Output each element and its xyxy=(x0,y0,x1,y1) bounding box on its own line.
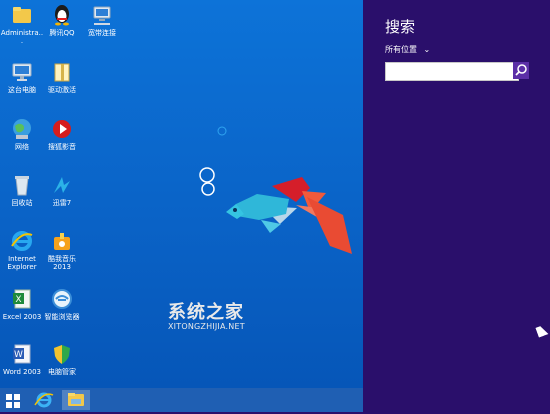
desktop-icon-label: 这台电脑 xyxy=(8,86,36,94)
desktop-icon-sohu-video[interactable]: 搜狐影音 xyxy=(40,117,84,151)
network-globe-icon xyxy=(10,117,34,141)
excel-icon: X xyxy=(10,287,34,311)
internet-explorer-icon xyxy=(10,229,34,253)
this-pc-icon xyxy=(10,60,34,84)
desktop-icon-label: 搜狐影音 xyxy=(48,143,76,151)
desktop-icon-driver-activate[interactable]: 驱动激活 xyxy=(40,60,84,94)
chevron-down-icon: ⌄ xyxy=(423,45,431,54)
folder-icon xyxy=(10,3,34,27)
desktop-icon-recycle-bin[interactable]: 回收站 xyxy=(0,173,44,207)
desktop-icon-label: 驱动激活 xyxy=(48,86,76,94)
desktop-icon-tencent-qq[interactable]: 腾讯QQ xyxy=(40,3,84,37)
desktop-icon-label: 腾讯QQ xyxy=(49,29,75,37)
desktop-icon-excel-2003[interactable]: X Excel 2003 xyxy=(0,287,44,321)
pc-manager-shield-icon xyxy=(50,342,74,366)
taskbar xyxy=(0,388,363,412)
desktop-icon-this-pc[interactable]: 这台电脑 xyxy=(0,60,44,94)
desktop-icon-label: 网络 xyxy=(15,143,29,151)
desktop-icon-pc-manager[interactable]: 电脑管家 xyxy=(40,342,84,376)
svg-text:X: X xyxy=(15,295,21,305)
watermark: 系统之家 XITONGZHIJIA.NET xyxy=(168,298,245,331)
desktop-icon-label: Administra... xyxy=(0,29,44,45)
desktop-icon-broadband[interactable]: 宽带连接 xyxy=(80,3,124,37)
search-charm-title: 搜索 xyxy=(385,18,416,36)
desktop-icon-label: Excel 2003 xyxy=(2,313,42,321)
desktop-icon-label: 智能浏览器 xyxy=(44,313,80,321)
watermark-url: XITONGZHIJIA.NET xyxy=(168,322,245,331)
desktop-icon-network[interactable]: 网络 xyxy=(0,117,44,151)
desktop-icon-word-2003[interactable]: W Word 2003 xyxy=(0,342,44,376)
desktop-icon-label: 酷我音乐 2013 xyxy=(48,255,76,271)
search-scope-label: 所有位置 xyxy=(385,45,417,54)
search-charm-panel: 搜索 所有位置 ⌄ xyxy=(363,0,550,388)
search-input[interactable] xyxy=(385,62,519,81)
svg-text:W: W xyxy=(14,350,23,360)
desktop-icon-administrator[interactable]: Administra... xyxy=(0,3,44,45)
desktop-icon-kuwo-music[interactable]: 酷我音乐 2013 xyxy=(40,229,84,271)
desktop-icon-label: Internet Explorer xyxy=(7,255,37,271)
watermark-title: 系统之家 xyxy=(168,302,244,323)
windows-start-icon[interactable] xyxy=(6,393,20,408)
desktop-icon-label: 回收站 xyxy=(11,199,33,207)
xunlei-icon xyxy=(50,173,74,197)
sohu-video-icon xyxy=(50,117,74,141)
broadband-connection-icon xyxy=(90,3,114,27)
internet-explorer-taskbar-icon[interactable] xyxy=(30,390,58,410)
recycle-bin-icon xyxy=(10,173,34,197)
desktop-icon-label: 电脑管家 xyxy=(48,368,76,376)
desktop: Administra... 这台电脑 网络 回收站 Internet Explo… xyxy=(0,0,363,388)
smart-browser-icon xyxy=(50,287,74,311)
desktop-icon-xunlei7[interactable]: 迅雷7 xyxy=(40,173,84,207)
file-explorer-taskbar-icon[interactable] xyxy=(62,390,90,410)
search-button[interactable] xyxy=(513,62,529,79)
search-scope-dropdown[interactable]: 所有位置 ⌄ xyxy=(385,44,430,55)
desktop-icon-label: 迅雷7 xyxy=(52,199,72,207)
search-icon xyxy=(515,64,527,76)
desktop-icon-label: Word 2003 xyxy=(2,368,42,376)
qq-penguin-icon xyxy=(50,3,74,27)
kuwo-music-icon xyxy=(50,229,74,253)
desktop-icon-smart-browser[interactable]: 智能浏览器 xyxy=(40,287,84,321)
desktop-icon-label: 宽带连接 xyxy=(88,29,116,37)
taskbar-right-area xyxy=(363,388,550,412)
word-icon: W xyxy=(10,342,34,366)
desktop-icon-internet-explorer[interactable]: Internet Explorer xyxy=(0,229,44,271)
driver-activate-icon xyxy=(50,60,74,84)
